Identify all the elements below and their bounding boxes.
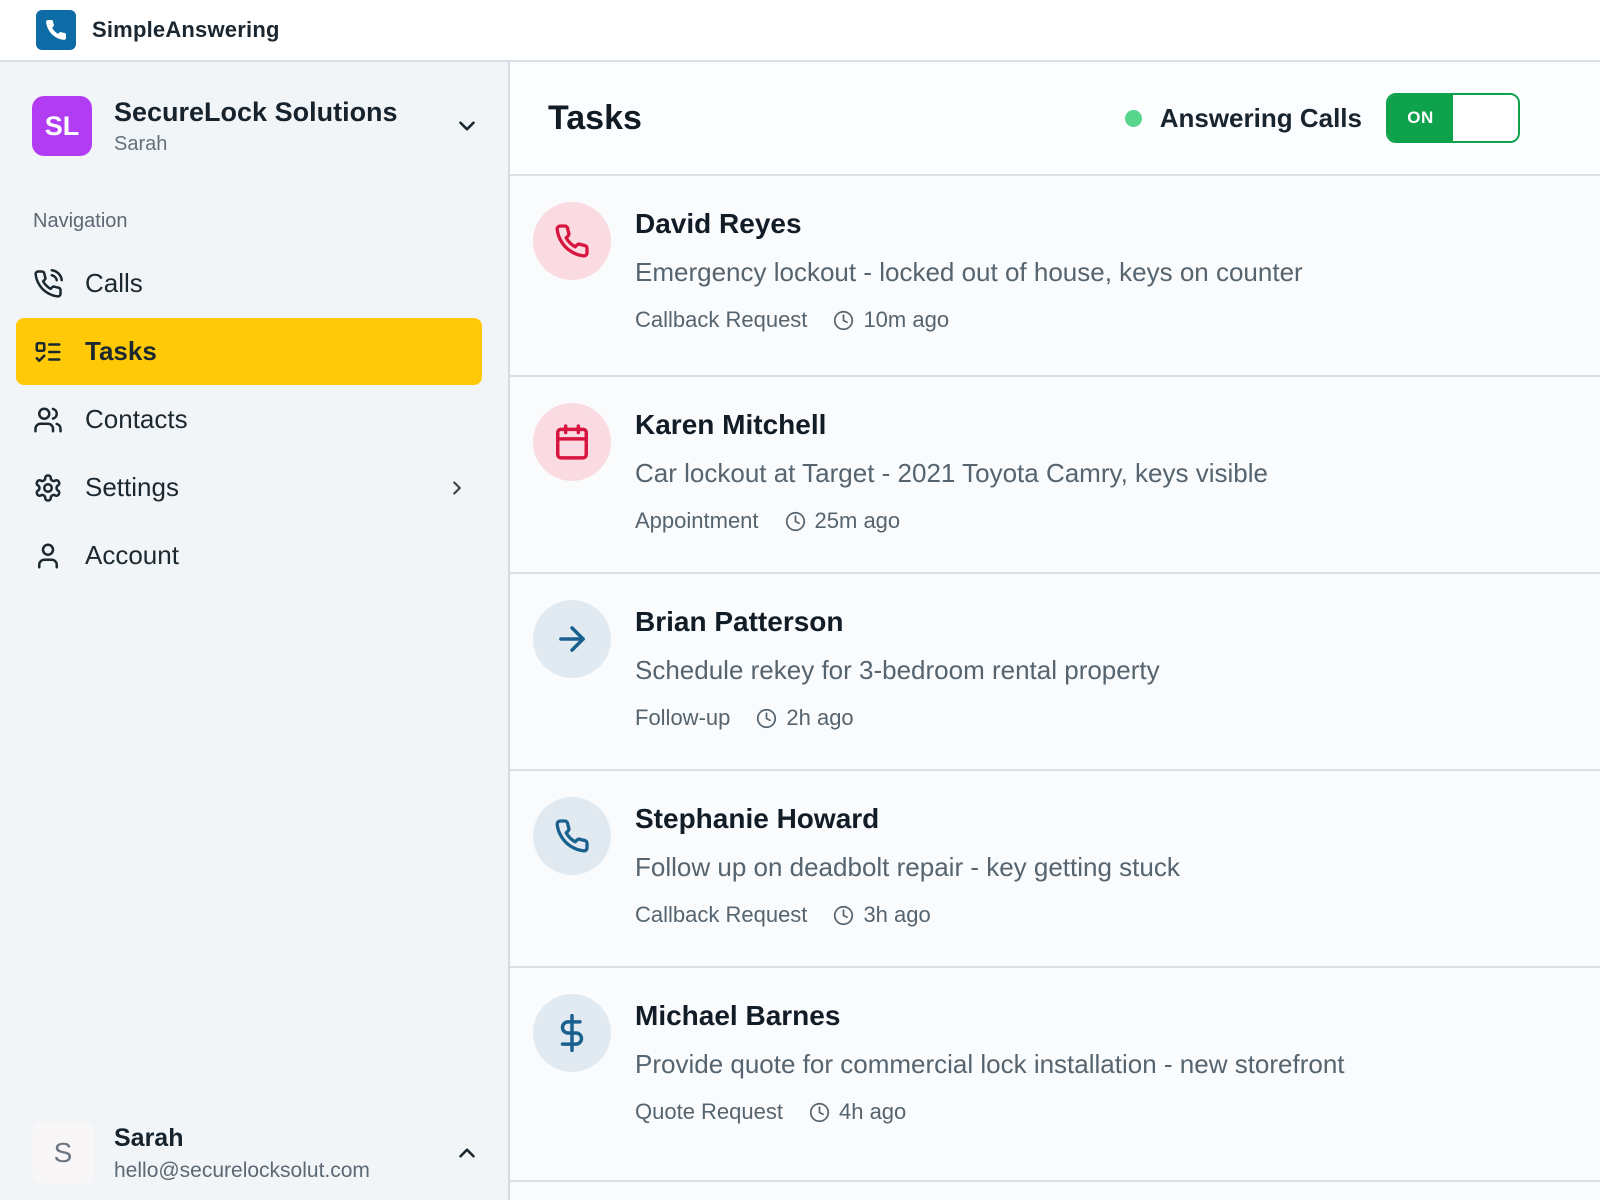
chevron-down-icon — [454, 113, 480, 139]
task-name: Stephanie Howard — [635, 803, 1180, 835]
task-time: 2h ago — [786, 705, 853, 731]
org-switcher[interactable]: SL SecureLock Solutions Sarah — [0, 96, 508, 156]
phone-call-icon — [33, 269, 63, 299]
chevron-right-icon — [446, 477, 468, 499]
status-label: Answering Calls — [1160, 103, 1362, 134]
org-subtitle: Sarah — [114, 133, 398, 156]
user-email: hello@securelocksolut.com — [114, 1159, 370, 1183]
user-name: Sarah — [114, 1124, 370, 1153]
clock-icon — [833, 905, 854, 926]
task-type: Appointment — [635, 508, 759, 534]
clock-icon — [756, 708, 777, 729]
task-type: Callback Request — [635, 902, 807, 928]
task-time: 10m ago — [863, 307, 949, 333]
clock-icon — [785, 511, 806, 532]
task-row[interactable]: Stephanie Howard Follow up on deadbolt r… — [510, 771, 1600, 968]
app-title: SimpleAnswering — [92, 17, 280, 43]
user-avatar: S — [32, 1122, 94, 1184]
task-name: Michael Barnes — [635, 1000, 1345, 1032]
chevron-up-icon — [454, 1140, 480, 1166]
org-name: SecureLock Solutions — [114, 96, 398, 128]
toggle-on-segment: ON — [1388, 95, 1453, 141]
phone-icon — [533, 797, 611, 875]
sidebar-item-calls[interactable]: Calls — [16, 250, 482, 317]
task-time: 3h ago — [863, 902, 930, 928]
main-panel: Tasks Answering Calls ON David Reyes — [510, 62, 1600, 1200]
clock-icon — [833, 310, 854, 331]
sidebar: SL SecureLock Solutions Sarah Navigation… — [0, 62, 510, 1200]
task-description: Schedule rekey for 3-bedroom rental prop… — [635, 655, 1160, 686]
sidebar-item-label: Contacts — [85, 404, 188, 435]
task-name: David Reyes — [635, 208, 1303, 240]
task-row[interactable]: Michael Barnes Provide quote for commerc… — [510, 968, 1600, 1182]
phone-icon — [44, 18, 68, 42]
sidebar-item-contacts[interactable]: Contacts — [16, 386, 482, 453]
users-icon — [33, 405, 63, 435]
status-dot — [1125, 110, 1142, 127]
sidebar-nav: Calls Tasks Contacts — [0, 249, 508, 590]
page-title: Tasks — [548, 99, 642, 138]
sidebar-item-account[interactable]: Account — [16, 522, 482, 589]
phone-icon — [533, 202, 611, 280]
task-time: 25m ago — [815, 508, 901, 534]
task-name: Brian Patterson — [635, 606, 1160, 638]
list-todo-icon — [33, 337, 63, 367]
sidebar-item-label: Calls — [85, 268, 143, 299]
arrow-right-icon — [533, 600, 611, 678]
sidebar-item-tasks[interactable]: Tasks — [16, 318, 482, 385]
task-row[interactable]: Brian Patterson Schedule rekey for 3-bed… — [510, 574, 1600, 771]
clock-icon — [809, 1102, 830, 1123]
sidebar-item-label: Account — [85, 540, 179, 571]
user-menu[interactable]: S Sarah hello@securelocksolut.com — [0, 1106, 508, 1200]
calendar-icon — [533, 403, 611, 481]
task-description: Emergency lockout - locked out of house,… — [635, 257, 1303, 288]
sidebar-item-label: Settings — [85, 472, 179, 503]
nav-section-label: Navigation — [33, 210, 508, 233]
task-description: Follow up on deadbolt repair - key getti… — [635, 852, 1180, 883]
user-icon — [33, 541, 63, 571]
gear-icon — [33, 473, 63, 503]
answering-toggle[interactable]: ON — [1386, 93, 1520, 143]
topbar: SimpleAnswering — [0, 0, 1600, 62]
task-type: Quote Request — [635, 1099, 783, 1125]
org-avatar: SL — [32, 96, 92, 156]
dollar-sign-icon — [533, 994, 611, 1072]
sidebar-item-label: Tasks — [85, 336, 157, 367]
task-time: 4h ago — [839, 1099, 906, 1125]
main-header: Tasks Answering Calls ON — [510, 62, 1600, 176]
answering-status: Answering Calls ON — [1125, 93, 1520, 143]
task-list: David Reyes Emergency lockout - locked o… — [510, 176, 1600, 1200]
task-description: Car lockout at Target - 2021 Toyota Camr… — [635, 458, 1268, 489]
task-type: Follow-up — [635, 705, 730, 731]
task-type: Callback Request — [635, 307, 807, 333]
app-logo — [36, 10, 76, 50]
task-name: Karen Mitchell — [635, 409, 1268, 441]
sidebar-item-settings[interactable]: Settings — [16, 454, 482, 521]
task-description: Provide quote for commercial lock instal… — [635, 1049, 1345, 1080]
task-row[interactable]: Karen Mitchell Car lockout at Target - 2… — [510, 377, 1600, 574]
task-row[interactable]: David Reyes Emergency lockout - locked o… — [510, 176, 1600, 377]
toggle-off-segment — [1453, 95, 1518, 141]
